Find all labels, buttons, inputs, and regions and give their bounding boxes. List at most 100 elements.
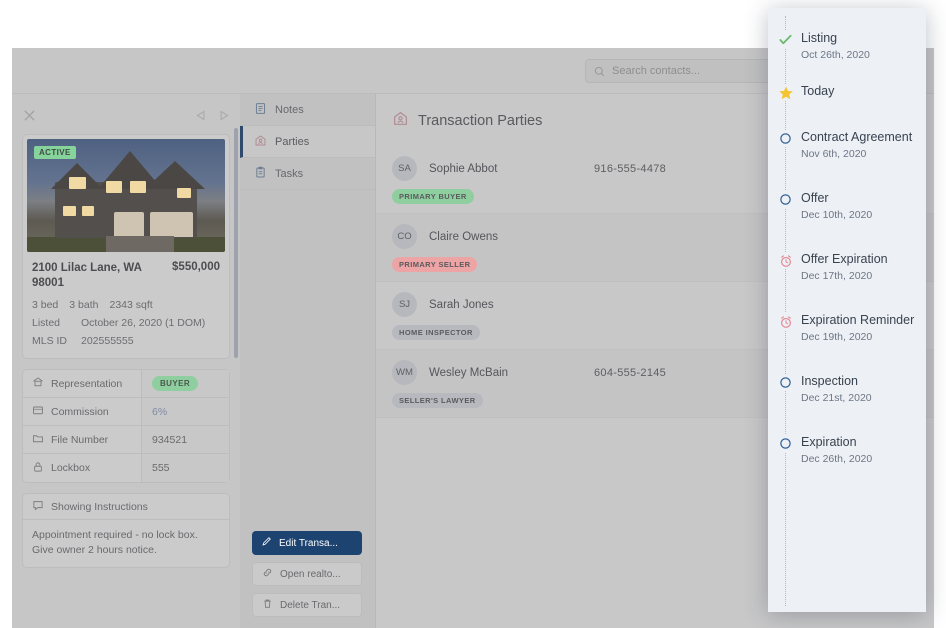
mls-row: MLS ID 202555555 <box>23 329 229 347</box>
file-number-value: 934521 <box>141 426 229 453</box>
property-address: 2100 Lilac Lane, WA 98001 <box>32 262 142 289</box>
status-badge: SELLER'S LAWYER <box>392 393 483 408</box>
property-photo: ACTIVE <box>27 139 225 252</box>
showing-instructions-title: Showing Instructions <box>51 500 148 513</box>
timeline-date: Dec 17th, 2020 <box>801 270 873 282</box>
spec-sqft: 2343 sqft <box>109 299 153 311</box>
section-tabs-pane: Notes Parties Tasks Edit Transa... Open … <box>240 94 376 628</box>
triangle-right-icon[interactable] <box>217 109 230 122</box>
detail-row-lockbox[interactable]: Lockbox 555 <box>23 454 229 482</box>
sidebar-item-tasks[interactable]: Tasks <box>240 158 375 190</box>
timeline-date: Nov 6th, 2020 <box>801 148 867 160</box>
list-item[interactable]: Offer Dec 10th, 2020 <box>768 190 926 221</box>
detail-label: Commission <box>51 405 109 418</box>
circle-icon <box>777 130 794 147</box>
lockbox-value: 555 <box>141 454 229 482</box>
avatar: CO <box>392 224 417 249</box>
sidebar-item-parties[interactable]: Parties <box>240 126 375 158</box>
circle-icon <box>777 191 794 208</box>
house-outline-icon <box>32 376 44 391</box>
list-item[interactable]: Inspection Dec 21st, 2020 <box>768 373 926 404</box>
list-item[interactable]: Listing Oct 26th, 2020 <box>768 30 926 61</box>
list-item[interactable]: Contract Agreement Nov 6th, 2020 <box>768 129 926 160</box>
detail-label: File Number <box>51 433 109 446</box>
alarm-icon <box>777 252 794 269</box>
mls-value: 202555555 <box>81 335 134 347</box>
listed-value: October 26, 2020 (1 DOM) <box>81 317 206 329</box>
parties-icon <box>254 134 267 150</box>
chat-bubble-icon <box>32 499 44 514</box>
party-name: Wesley McBain <box>429 366 509 379</box>
property-specs: 3 bed 3 bath 2343 sqft <box>23 291 229 311</box>
triangle-left-icon[interactable] <box>195 109 208 122</box>
property-sidebar: ACTIVE 2100 Lilac Lane, WA 98001 $550,00… <box>12 94 240 628</box>
timeline-label: Offer <box>801 191 829 205</box>
sidebar-scrollbar[interactable] <box>234 128 238 358</box>
status-badge: HOME INSPECTOR <box>392 325 480 340</box>
timeline-date: Dec 21st, 2020 <box>801 392 872 404</box>
mls-label: MLS ID <box>32 335 68 347</box>
circle-icon <box>777 374 794 391</box>
list-item[interactable]: Today <box>768 83 926 101</box>
detail-label: Representation <box>51 377 123 390</box>
timeline-date: Dec 26th, 2020 <box>801 453 873 465</box>
avatar: SJ <box>392 292 417 317</box>
spec-bed: 3 bed <box>32 299 59 311</box>
tasks-icon <box>254 166 267 182</box>
timeline-label: Today <box>801 84 835 98</box>
timeline-date: Dec 10th, 2020 <box>801 209 873 221</box>
detail-row-commission[interactable]: Commission 6% <box>23 398 229 426</box>
address-row: 2100 Lilac Lane, WA 98001 $550,000 <box>23 252 229 291</box>
avatar: WM <box>392 360 417 385</box>
action-label: Edit Transa... <box>279 537 338 549</box>
star-icon <box>777 84 794 101</box>
detail-row-file-number[interactable]: File Number 934521 <box>23 426 229 454</box>
avatar: SA <box>392 156 417 181</box>
sidebar-item-label: Parties <box>275 135 310 148</box>
sidebar-toolbar <box>22 102 230 128</box>
party-phone: 916-555-4478 <box>594 162 667 175</box>
commission-value[interactable]: 6% <box>141 398 229 425</box>
timeline-date: Oct 26th, 2020 <box>801 49 870 61</box>
listed-row: Listed October 26, 2020 (1 DOM) <box>23 311 229 329</box>
notes-icon <box>254 102 267 118</box>
timeline-label: Expiration <box>801 435 857 449</box>
folder-icon <box>32 432 44 447</box>
property-details-table: Representation BUYER Commission 6% File … <box>22 369 230 483</box>
link-icon <box>262 567 273 581</box>
showing-instructions-card: Showing Instructions Appointment require… <box>22 493 230 568</box>
lock-icon <box>32 461 44 476</box>
timeline-label: Contract Agreement <box>801 130 913 144</box>
trash-icon <box>262 598 273 612</box>
pencil-icon <box>261 536 272 550</box>
status-badge: PRIMARY BUYER <box>392 189 474 204</box>
party-name: Sarah Jones <box>429 298 494 311</box>
close-icon[interactable] <box>22 108 37 123</box>
list-item[interactable]: Expiration Dec 26th, 2020 <box>768 434 926 465</box>
party-name: Claire Owens <box>429 230 499 243</box>
showing-instructions-header: Showing Instructions <box>23 494 229 520</box>
sidebar-item-label: Notes <box>275 103 304 116</box>
party-name: Sophie Abbot <box>429 162 498 175</box>
handshake-icon <box>32 404 44 419</box>
action-label: Delete Tran... <box>280 599 341 611</box>
timeline-label: Inspection <box>801 374 858 388</box>
open-realtor-button[interactable]: Open realto... <box>252 562 362 586</box>
timeline-label: Listing <box>801 31 838 45</box>
timeline-date: Dec 19th, 2020 <box>801 331 873 343</box>
party-phone: 604-555-2145 <box>594 366 667 379</box>
property-card[interactable]: ACTIVE 2100 Lilac Lane, WA 98001 $550,00… <box>22 134 230 359</box>
representation-pill: BUYER <box>152 376 199 391</box>
sidebar-item-notes[interactable]: Notes <box>240 94 375 126</box>
detail-row-representation[interactable]: Representation BUYER <box>23 370 229 398</box>
circle-icon <box>777 435 794 452</box>
property-price: $550,000 <box>172 261 220 273</box>
list-item[interactable]: Offer Expiration Dec 17th, 2020 <box>768 251 926 282</box>
alarm-icon <box>777 313 794 330</box>
list-item[interactable]: Expiration Reminder Dec 19th, 2020 <box>768 312 926 343</box>
delete-transaction-button[interactable]: Delete Tran... <box>252 593 362 617</box>
transaction-actions: Edit Transa... Open realto... Delete Tra… <box>252 531 362 617</box>
parties-icon <box>392 110 409 132</box>
edit-transaction-button[interactable]: Edit Transa... <box>252 531 362 555</box>
timeline-connector-line <box>785 16 786 606</box>
